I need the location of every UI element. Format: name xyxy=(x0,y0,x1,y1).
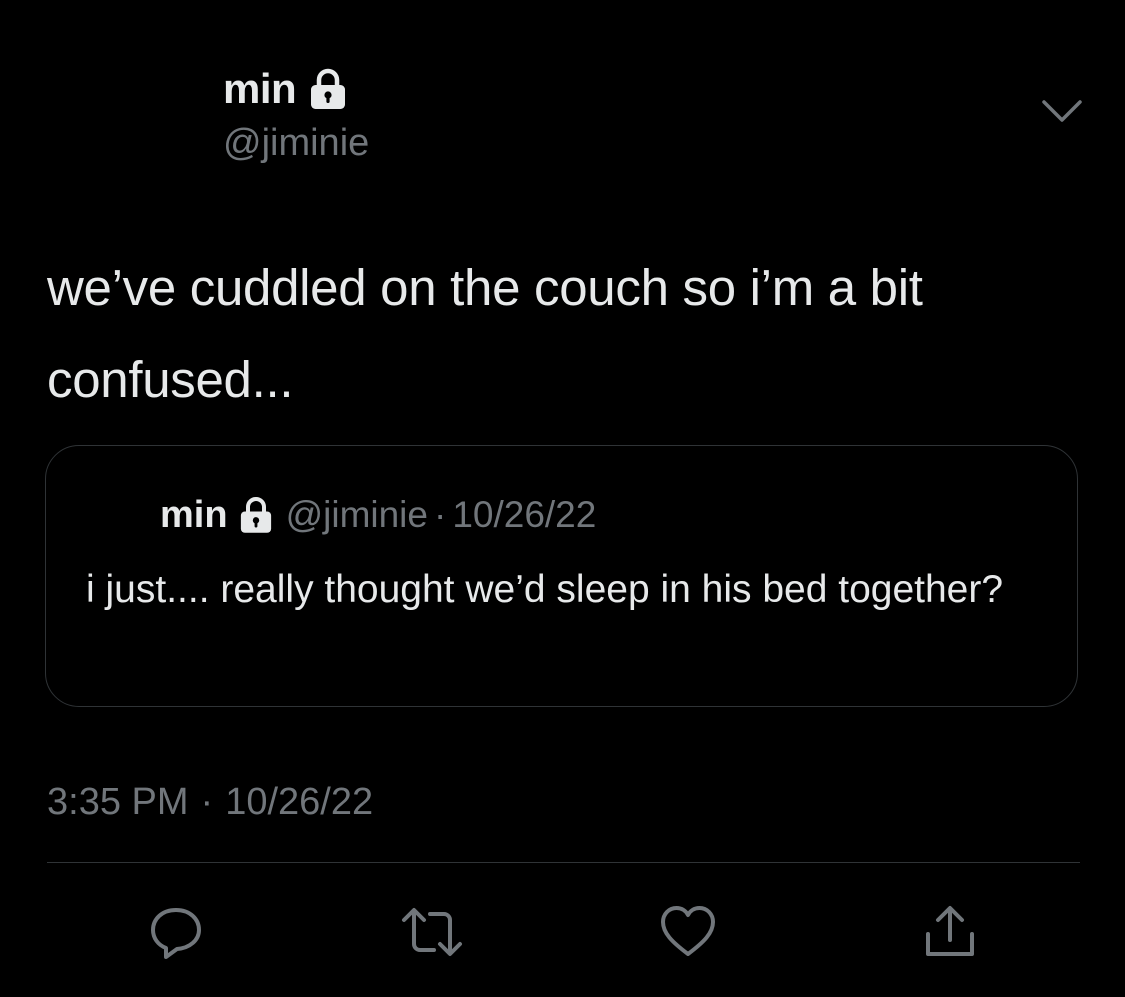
quoted-tweet-text: i just.... really thought we’d sleep in … xyxy=(86,568,1004,611)
quoted-date: 10/26/22 xyxy=(452,494,597,535)
reply-button[interactable] xyxy=(144,900,208,964)
tweet-text: we’ve cuddled on the couch so i’m a bit … xyxy=(47,259,923,408)
reply-icon xyxy=(146,902,206,962)
quoted-tweet-header: min @jiminie · 10/26/22 xyxy=(160,490,596,540)
quoted-separator: · xyxy=(433,494,447,535)
lock-icon xyxy=(310,68,346,110)
chevron-down-icon[interactable] xyxy=(1040,96,1084,126)
retweet-icon xyxy=(400,902,464,962)
author-handle[interactable]: @jiminie xyxy=(223,118,369,168)
author-name-row[interactable]: min xyxy=(223,64,346,114)
lock-icon xyxy=(240,496,272,534)
tweet-time[interactable]: 3:35 PM xyxy=(47,781,189,823)
tweet-date[interactable]: 10/26/22 xyxy=(225,781,373,823)
tweet-header: min @jiminie xyxy=(0,0,1125,200)
quoted-avatar xyxy=(82,490,162,540)
quoted-display-name: min xyxy=(160,493,228,536)
heart-icon xyxy=(658,902,718,962)
share-icon xyxy=(920,902,980,962)
share-button[interactable] xyxy=(918,900,982,964)
divider xyxy=(47,862,1080,863)
timestamp-separator: · xyxy=(200,781,214,823)
action-bar xyxy=(0,880,1125,980)
like-button[interactable] xyxy=(656,900,720,964)
quoted-handle: @jiminie xyxy=(285,494,428,535)
author-display-name[interactable]: min xyxy=(223,65,297,113)
quoted-tweet-card[interactable]: min @jiminie · 10/26/22 i just.... reall… xyxy=(45,445,1078,707)
retweet-button[interactable] xyxy=(400,900,464,964)
avatar[interactable] xyxy=(46,62,196,172)
tweet-timestamp: 3:35 PM · 10/26/22 xyxy=(47,776,373,828)
